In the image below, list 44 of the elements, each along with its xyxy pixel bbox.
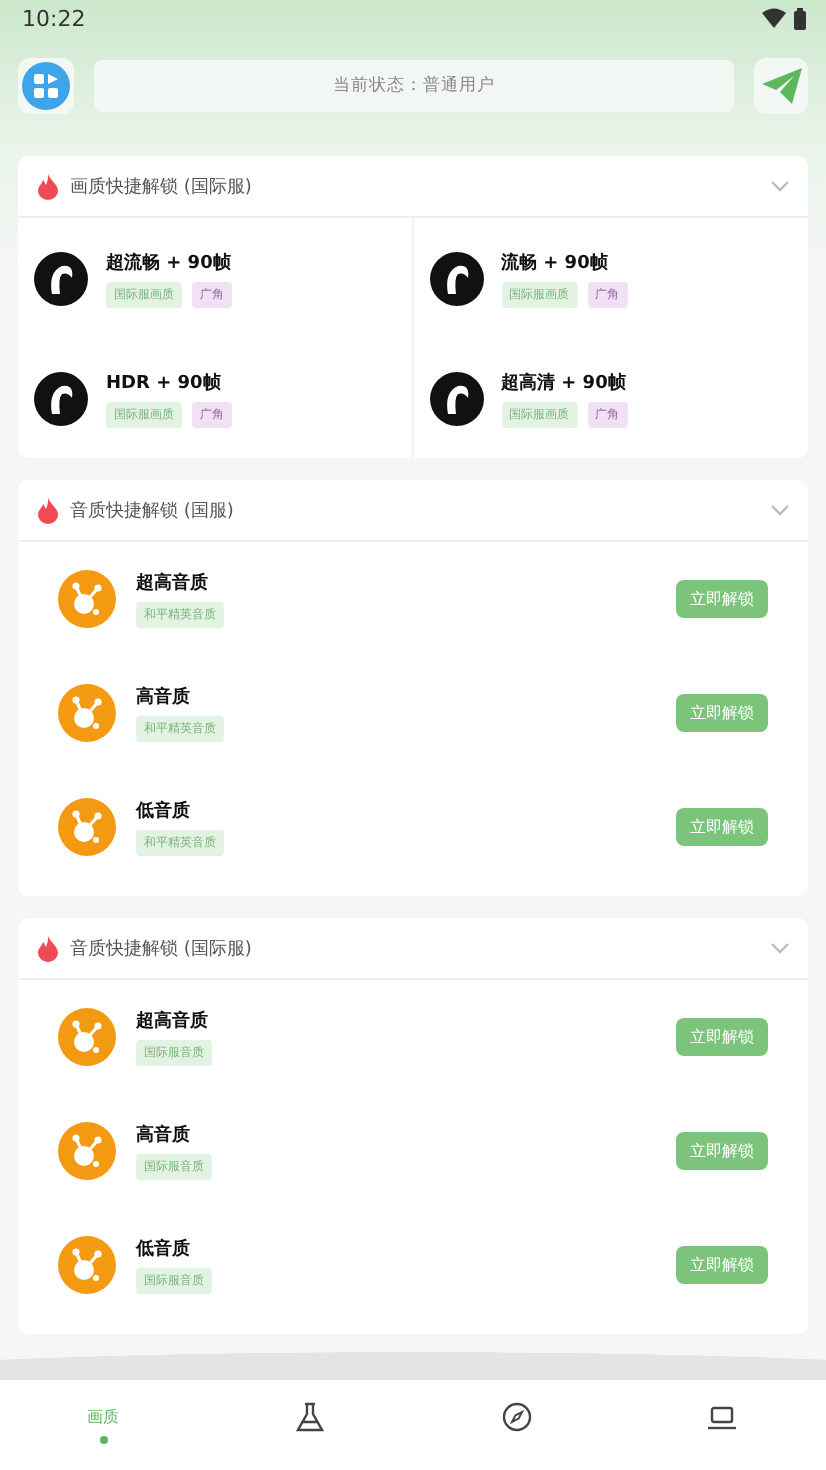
audio-logo-icon	[58, 1122, 116, 1180]
section-title: 音质快捷解锁 (国服)	[70, 499, 236, 523]
wifi-icon	[762, 8, 786, 28]
unlock-button[interactable]: 立即解锁	[676, 694, 768, 732]
audio-logo-icon	[58, 798, 116, 856]
option-name: 超高音质	[136, 1008, 210, 1034]
option-name: 低音质	[136, 1236, 192, 1262]
option-name: 超流畅 + 90帧	[106, 250, 232, 275]
unlock-button[interactable]: 立即解锁	[676, 808, 768, 846]
audio-logo-icon	[58, 570, 116, 628]
game-logo-icon	[34, 371, 88, 425]
option-name: 高音质	[136, 1122, 192, 1148]
flame-icon	[38, 497, 58, 523]
app-grid-button[interactable]	[18, 58, 74, 114]
option-name: 流畅 + 90帧	[501, 250, 610, 275]
compass-icon	[501, 1402, 532, 1432]
flask-icon	[295, 1402, 324, 1432]
option-name: 超高清 + 90帧	[501, 370, 627, 395]
audio-logo-icon	[58, 684, 116, 742]
game-logo-icon	[429, 251, 483, 305]
game-logo-icon	[429, 371, 483, 425]
unlock-button[interactable]: 立即解锁	[676, 1246, 768, 1284]
chevron-down-icon[interactable]	[770, 504, 790, 516]
option-name: HDR + 90帧	[106, 370, 223, 395]
chevron-down-icon[interactable]	[770, 942, 790, 954]
unlock-button[interactable]: 立即解锁	[676, 580, 768, 618]
section-title: 音质快捷解锁 (国际服)	[70, 937, 254, 961]
status-time: 10:22	[22, 5, 86, 31]
option-name: 高音质	[136, 684, 192, 710]
game-logo-icon	[34, 251, 88, 305]
section-title: 画质快捷解锁 (国际服)	[70, 175, 254, 199]
flame-icon	[38, 173, 58, 199]
audio-logo-icon	[58, 1236, 116, 1294]
option-name: 超高音质	[136, 570, 210, 596]
laptop-icon	[708, 1405, 737, 1429]
user-status-field: 当前状态：普通用户	[94, 60, 734, 112]
chevron-down-icon[interactable]	[770, 180, 790, 192]
audio-logo-icon	[58, 1008, 116, 1066]
unlock-button[interactable]: 立即解锁	[676, 1132, 768, 1170]
battery-icon	[794, 7, 806, 29]
send-button[interactable]	[754, 58, 808, 114]
option-name: 低音质	[136, 798, 192, 824]
flame-icon	[38, 935, 58, 961]
unlock-button[interactable]: 立即解锁	[676, 1018, 768, 1056]
